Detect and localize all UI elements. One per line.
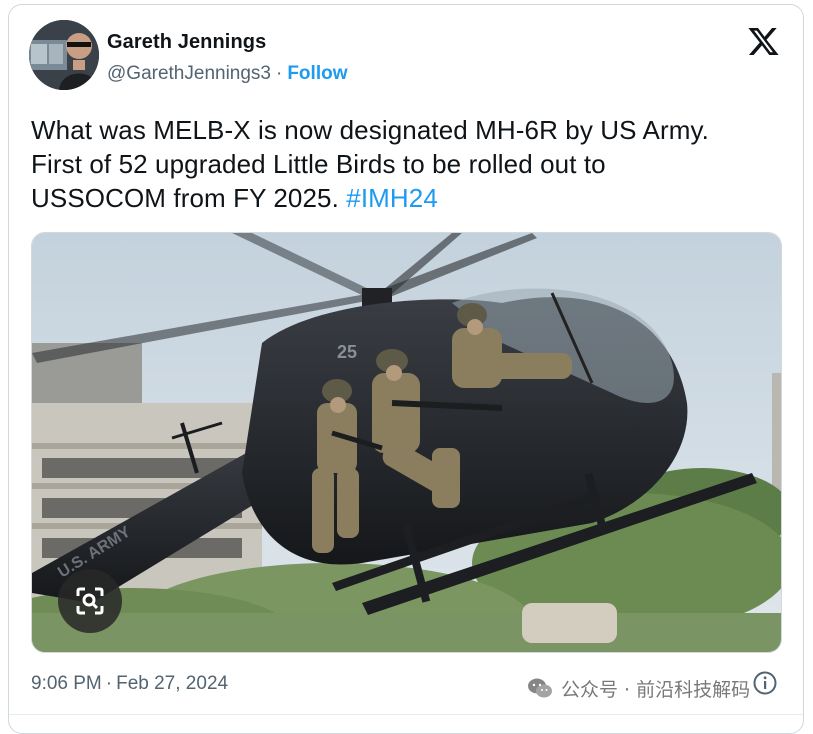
tweet-text-line-1: What was MELB-X is now designated MH-6R … [31, 115, 709, 145]
watermark: 公众号 · 前沿科技解码 [527, 675, 750, 701]
tweet-time: 9:06 PM [31, 673, 102, 694]
tail-number: 25 [337, 342, 357, 362]
tweet-timestamp[interactable]: 9:06 PM · Feb 27, 2024 [31, 673, 228, 695]
wechat-icon [528, 678, 552, 698]
info-icon[interactable] [752, 670, 778, 696]
tweet-date: Feb 27, 2024 [116, 673, 229, 694]
visual-search-icon[interactable] [58, 569, 122, 633]
tweet-text-line-2: First of 52 upgraded Little Birds to be … [31, 149, 606, 179]
tweet-photo[interactable]: U.S. ARMY 25 [31, 232, 782, 653]
follow-button[interactable]: Follow [287, 63, 347, 84]
timestamp-separator: · [105, 673, 113, 694]
tweet-text: What was MELB-X is now designated MH-6R … [31, 113, 791, 215]
author-handle[interactable]: @GarethJennings3 [107, 63, 271, 84]
author-name[interactable]: Gareth Jennings [107, 31, 266, 54]
footer-divider [9, 714, 803, 715]
tweet-text-line-3: USSOCOM from FY 2025. #IMH24 [31, 181, 791, 215]
tweet-text-line-3-body: USSOCOM from FY 2025. [31, 183, 339, 213]
x-logo-icon[interactable] [747, 25, 780, 58]
author-handle-row: @GarethJennings3 · Follow [107, 63, 347, 85]
avatar[interactable] [29, 20, 99, 90]
watermark-text: 公众号 · 前沿科技解码 [561, 678, 751, 701]
hashtag-link[interactable]: #IMH24 [346, 183, 438, 213]
handle-separator: · [276, 63, 283, 84]
